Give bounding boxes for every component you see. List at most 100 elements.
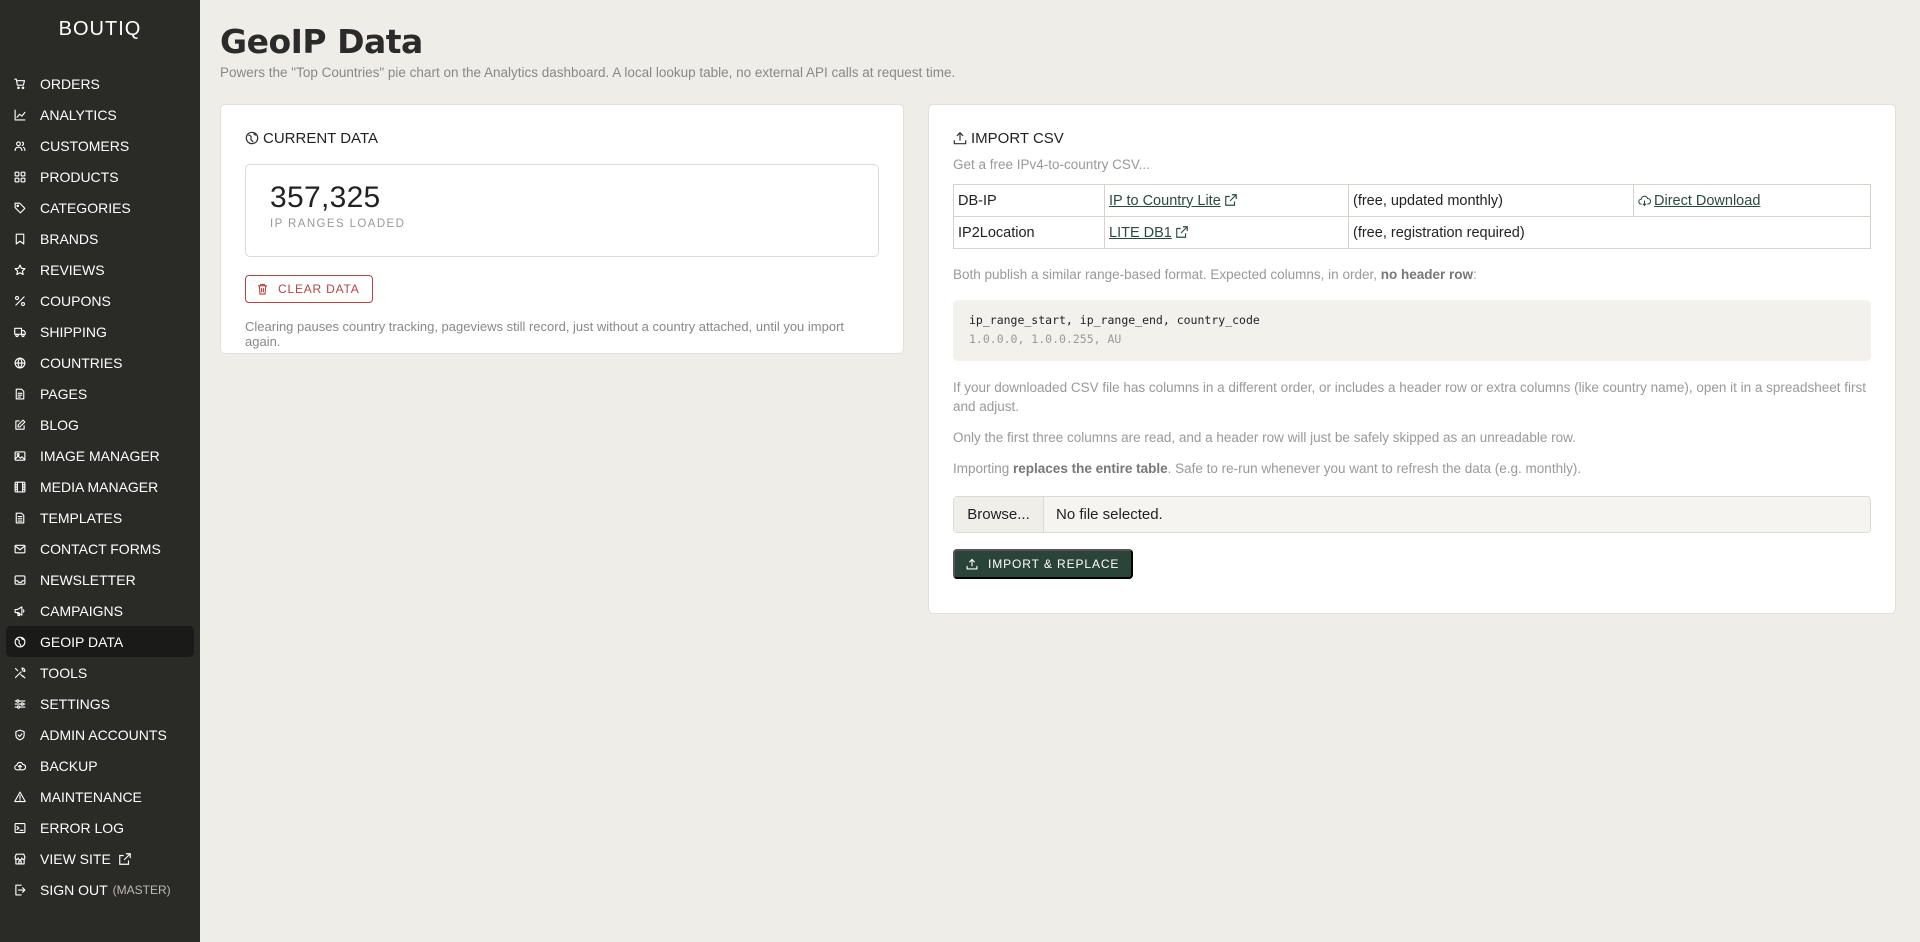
- tools-icon: [14, 667, 26, 679]
- brand-logo[interactable]: BOUTIQ: [0, 0, 200, 68]
- sidebar: BOUTIQ ORDERS ANALYTICS CUSTOMERS PRODUCTS C…: [0, 0, 200, 942]
- sidebar-item-categories[interactable]: CATEGORIES: [6, 192, 194, 223]
- sidebar-item-contact-forms[interactable]: CONTACT FORMS: [6, 533, 194, 564]
- sidebar-item-label: REVIEWS: [40, 261, 105, 278]
- sidebar-item-label: SIGN OUT: [40, 881, 108, 898]
- lite-db1-link[interactable]: LITE DB1: [1109, 225, 1172, 241]
- replace-note: Importing replaces the entire table. Saf…: [953, 461, 1582, 476]
- source-name: DB-IP: [953, 184, 1105, 217]
- import-replace-button[interactable]: IMPORT & REPLACE: [953, 549, 1134, 579]
- inbox-icon: [14, 574, 26, 586]
- sidebar-item-label: CUSTOMERS: [40, 137, 130, 154]
- replace-emphasis: replaces the entire table: [1013, 461, 1168, 476]
- sidebar-item-label: ANALYTICS: [40, 106, 117, 123]
- sidebar-item-shipping[interactable]: SHIPPING: [6, 316, 194, 347]
- sidebar-item-settings[interactable]: SETTINGS: [6, 688, 194, 719]
- browse-button[interactable]: Browse...: [954, 497, 1044, 532]
- ip-range-count: 357,325: [270, 181, 381, 214]
- sliders-icon: [14, 698, 26, 710]
- external-link-icon: [118, 852, 131, 865]
- globe-pin-icon: [14, 636, 26, 648]
- sidebar-item-label: ERROR LOG: [40, 819, 125, 836]
- ip-to-country-lite-link[interactable]: IP to Country Lite: [1109, 193, 1221, 209]
- sidebar-item-customers[interactable]: CUSTOMERS: [6, 130, 194, 161]
- sidebar-item-label: SHIPPING: [40, 323, 107, 340]
- sidebar-item-label: SETTINGS: [40, 695, 111, 712]
- main-content: GeoIP Data Powers the "Top Countries" pi…: [200, 0, 1920, 942]
- sidebar-item-label: BRANDS: [40, 230, 99, 247]
- ip-range-stat: 357,325 IP RANGES LOADED: [245, 164, 879, 257]
- sidebar-item-products[interactable]: PRODUCTS: [6, 161, 194, 192]
- sidebar-item-label: GEOIP DATA: [40, 633, 124, 650]
- sidebar-item-label: TEMPLATES: [40, 509, 123, 526]
- sidebar-item-error-log[interactable]: ERROR LOG: [6, 812, 194, 843]
- sidebar-item-blog[interactable]: BLOG: [6, 409, 194, 440]
- sidebar-item-label: BLOG: [40, 416, 79, 433]
- code-example: 1.0.0.0, 1.0.0.255, AU: [969, 332, 1122, 346]
- source-table: DB-IP IP to Country Lite (free, updated …: [953, 184, 1871, 249]
- sidebar-item-orders[interactable]: ORDERS: [6, 68, 194, 99]
- cloud-download-icon: [1638, 195, 1651, 206]
- source-name: IP2Location: [953, 216, 1105, 249]
- clear-data-label: CLEAR DATA: [278, 282, 360, 296]
- sidebar-item-label: MAINTENANCE: [40, 788, 142, 805]
- code-header: ip_range_start, ip_range_end, country_co…: [969, 313, 1260, 327]
- megaphone-icon: [14, 605, 26, 617]
- tag-icon: [14, 202, 26, 214]
- cart-icon: [14, 78, 26, 90]
- sidebar-item-backup[interactable]: BACKUP: [6, 750, 194, 781]
- clear-data-note: Clearing pauses country tracking, pagevi…: [245, 319, 845, 349]
- sidebar-item-geoip-data[interactable]: GEOIP DATA: [6, 626, 194, 657]
- sidebar-item-newsletter[interactable]: NEWSLETTER: [6, 564, 194, 595]
- store-icon: [14, 853, 26, 865]
- sidebar-item-sign-out[interactable]: SIGN OUT (MASTER): [6, 874, 194, 905]
- sidebar-item-campaigns[interactable]: CAMPAIGNS: [6, 595, 194, 626]
- no-header-row-emphasis: no header row: [1380, 267, 1473, 282]
- cloud-icon: [14, 760, 26, 772]
- warning-icon: [14, 791, 26, 803]
- sidebar-item-brands[interactable]: BRANDS: [6, 223, 194, 254]
- shield-icon: [14, 729, 26, 741]
- import-csv-heading: IMPORT CSV: [953, 129, 1871, 147]
- sidebar-item-label: PRODUCTS: [40, 168, 119, 185]
- sidebar-item-admin-accounts[interactable]: ADMIN ACCOUNTS: [6, 719, 194, 750]
- mail-icon: [14, 543, 26, 555]
- sidebar-item-coupons[interactable]: COUPONS: [6, 285, 194, 316]
- image-icon: [14, 450, 26, 462]
- current-data-heading: CURRENT DATA: [245, 129, 879, 147]
- trash-icon: [257, 283, 268, 295]
- sidebar-item-pages[interactable]: PAGES: [6, 378, 194, 409]
- sidebar-item-label: ADMIN ACCOUNTS: [40, 726, 167, 743]
- page-subtitle: Powers the "Top Countries" pie chart on …: [220, 65, 956, 80]
- sidebar-item-label: CAMPAIGNS: [40, 602, 123, 619]
- sidebar-item-tools[interactable]: TOOLS: [6, 657, 194, 688]
- sidebar-item-view-site[interactable]: VIEW SITE: [6, 843, 194, 874]
- sidebar-item-templates[interactable]: TEMPLATES: [6, 502, 194, 533]
- file-icon: [14, 388, 26, 400]
- sidebar-item-maintenance[interactable]: MAINTENANCE: [6, 781, 194, 812]
- sidebar-item-reviews[interactable]: REVIEWS: [6, 254, 194, 285]
- current-data-title: CURRENT DATA: [263, 129, 379, 147]
- clear-data-button[interactable]: CLEAR DATA: [245, 275, 373, 303]
- sidebar-item-image-manager[interactable]: IMAGE MANAGER: [6, 440, 194, 471]
- truck-icon: [14, 326, 26, 338]
- direct-download-link[interactable]: Direct Download: [1654, 193, 1760, 209]
- chart-line-icon: [14, 109, 26, 121]
- page-title: GeoIP Data: [220, 22, 423, 61]
- sidebar-item-label: TOOLS: [40, 664, 88, 681]
- sidebar-item-label: MEDIA MANAGER: [40, 478, 159, 495]
- sidebar-item-countries[interactable]: COUNTRIES: [6, 347, 194, 378]
- template-icon: [14, 512, 26, 524]
- sidebar-item-label: COUNTRIES: [40, 354, 123, 371]
- format-code-block: ip_range_start, ip_range_end, country_co…: [953, 300, 1871, 361]
- source-description: (free, registration required): [1348, 216, 1871, 249]
- sidebar-item-media-manager[interactable]: MEDIA MANAGER: [6, 471, 194, 502]
- ip-range-label: IP RANGES LOADED: [270, 218, 406, 230]
- star-icon: [14, 264, 26, 276]
- csv-file-input[interactable]: Browse... No file selected.: [953, 496, 1871, 533]
- format-description: Both publish a similar range-based forma…: [953, 267, 1477, 282]
- sidebar-nav: ORDERS ANALYTICS CUSTOMERS PRODUCTS CATEGORI…: [0, 68, 200, 905]
- sidebar-item-analytics[interactable]: ANALYTICS: [6, 99, 194, 130]
- import-replace-label: IMPORT & REPLACE: [988, 557, 1120, 571]
- terminal-icon: [14, 822, 26, 834]
